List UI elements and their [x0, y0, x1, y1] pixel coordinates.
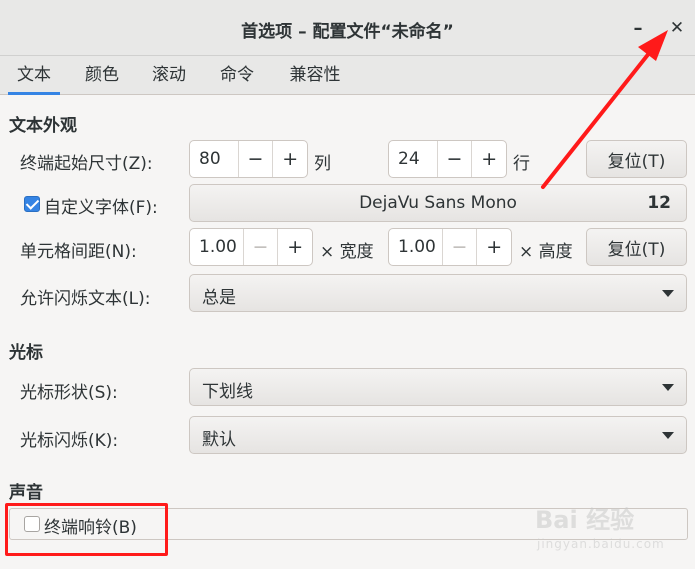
rows-input[interactable]: 24: [389, 141, 437, 177]
cell-height-increase-button[interactable]: +: [476, 229, 511, 265]
watermark-brand: Bai 经验: [535, 506, 635, 534]
cursor-blink-dropdown[interactable]: 默认: [189, 416, 687, 454]
tab-command[interactable]: 命令: [211, 56, 263, 95]
window-title: 首选项 – 配置文件“未命名”: [241, 22, 454, 42]
columns-unit: 列: [314, 154, 331, 174]
cell-width-unit: × 宽度: [320, 242, 374, 262]
cursor-blink-value: 默认: [202, 430, 236, 450]
blink-text-value: 总是: [202, 288, 236, 308]
font-name: DejaVu Sans Mono: [359, 193, 517, 213]
initial-size-label: 终端起始尺寸(Z):: [20, 154, 153, 174]
custom-font-checkbox[interactable]: [24, 196, 40, 212]
minimize-button[interactable]: –: [624, 14, 652, 42]
font-size: 12: [647, 193, 671, 213]
columns-decrease-button[interactable]: −: [237, 141, 273, 177]
baidu-watermark: Bai 经验 jingyan.baidu.com: [535, 500, 690, 560]
tab-compatibility[interactable]: 兼容性: [279, 56, 351, 95]
watermark-url: jingyan.baidu.com: [537, 537, 665, 551]
section-heading-sound: 声音: [9, 483, 43, 503]
rows-decrease-button[interactable]: −: [436, 141, 472, 177]
close-button[interactable]: ✕: [663, 14, 691, 42]
cursor-shape-dropdown[interactable]: 下划线: [189, 368, 687, 406]
columns-input[interactable]: 80: [190, 141, 238, 177]
tab-text[interactable]: 文本: [8, 56, 60, 95]
font-chooser-button[interactable]: DejaVu Sans Mono 12: [189, 184, 687, 222]
reset-spacing-button[interactable]: 复位(T): [586, 228, 687, 266]
blink-text-label: 允许闪烁文本(L):: [20, 289, 151, 309]
tab-colors[interactable]: 颜色: [76, 56, 128, 95]
blink-text-dropdown[interactable]: 总是: [189, 274, 687, 312]
title-bar: 首选项 – 配置文件“未命名” – ✕: [0, 0, 695, 56]
columns-increase-button[interactable]: +: [272, 141, 307, 177]
rows-increase-button[interactable]: +: [471, 141, 506, 177]
cursor-shape-label: 光标形状(S):: [20, 383, 118, 403]
tab-scrolling[interactable]: 滚动: [143, 56, 195, 95]
section-heading-text-appearance: 文本外观: [9, 116, 77, 136]
cell-width-decrease-button[interactable]: −: [242, 229, 278, 265]
cell-width-input[interactable]: 1.00: [190, 229, 243, 265]
cell-height-input[interactable]: 1.00: [389, 229, 442, 265]
cursor-blink-label: 光标闪烁(K):: [20, 431, 119, 451]
rows-spinbox: 24 − +: [388, 140, 507, 178]
rows-unit: 行: [513, 154, 530, 174]
dropdown-arrow-icon: [662, 384, 674, 391]
tab-bar: 文本 颜色 滚动 命令 兼容性: [0, 56, 695, 95]
cell-height-unit: × 高度: [519, 242, 573, 262]
cell-height-spinbox: 1.00 − +: [388, 228, 512, 266]
dropdown-arrow-icon: [662, 290, 674, 297]
columns-spinbox: 80 − +: [189, 140, 308, 178]
custom-font-label: 自定义字体(F):: [44, 198, 158, 218]
section-heading-cursor: 光标: [9, 343, 43, 363]
cursor-shape-value: 下划线: [202, 382, 253, 402]
reset-size-button[interactable]: 复位(T): [586, 140, 687, 178]
cell-width-increase-button[interactable]: +: [277, 229, 312, 265]
cell-spacing-label: 单元格间距(N):: [20, 242, 137, 262]
cell-width-spinbox: 1.00 − +: [189, 228, 313, 266]
dropdown-arrow-icon: [662, 432, 674, 439]
highlight-box: [5, 503, 168, 556]
cell-height-decrease-button[interactable]: −: [441, 229, 477, 265]
